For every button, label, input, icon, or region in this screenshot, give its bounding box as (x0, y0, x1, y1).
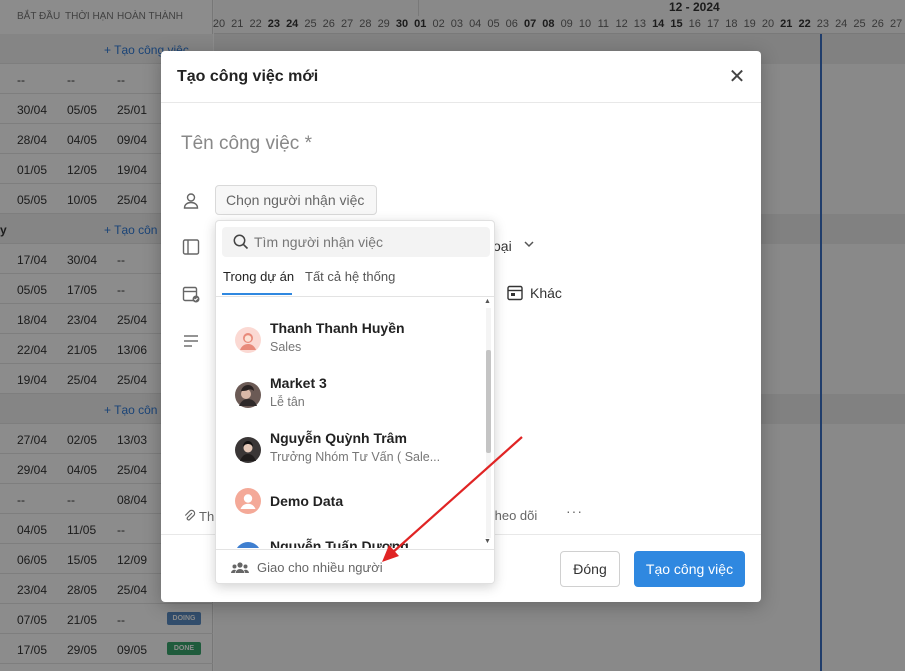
assignee-name: Demo Data (270, 493, 344, 509)
list-item[interactable]: Nguyễn Quỳnh Trâm Trưởng Nhóm Tư Vấn ( S… (216, 425, 482, 480)
description-icon (181, 331, 201, 351)
create-task-button[interactable]: Tạo công việc (634, 551, 745, 587)
scroll-down-icon[interactable]: ▼ (484, 538, 491, 545)
paperclip-icon[interactable] (183, 509, 196, 526)
assignee-name: Thanh Thanh Huyền (270, 320, 405, 336)
assignee-name: Nguyễn Tuấn Dương (270, 538, 409, 548)
tab-all-system[interactable]: Tất cả hệ thống (305, 269, 395, 284)
scroll-thumb[interactable] (486, 350, 491, 453)
layout-icon (181, 237, 201, 257)
assignee-select[interactable]: Chọn người nhận việc (215, 185, 377, 215)
more-icon[interactable]: ··· (566, 503, 583, 519)
assign-multiple-label: Giao cho nhiều người (257, 560, 383, 575)
calendar-icon (506, 284, 524, 302)
assignee-search-input[interactable] (254, 227, 484, 257)
assignee-search (222, 227, 490, 257)
scroll-up-icon[interactable]: ▲ (484, 298, 491, 305)
assignee-role: Sales (270, 340, 302, 354)
tab-in-project[interactable]: Trong dự án (223, 269, 294, 284)
user-icon (181, 191, 201, 211)
assign-multiple-button[interactable]: Giao cho nhiều người (216, 549, 494, 583)
search-icon (232, 233, 250, 251)
group-icon (230, 559, 250, 577)
assignee-role: Trưởng Nhóm Tư Vấn ( Sale... (270, 450, 441, 464)
avatar (235, 382, 261, 408)
chevron-down-icon[interactable] (523, 238, 535, 253)
modal-title: Tạo công việc mới (177, 68, 319, 85)
list-item[interactable]: Market 3 Lễ tân (216, 370, 482, 425)
avatar (235, 542, 261, 548)
follow-label[interactable]: theo dõi (491, 508, 537, 523)
assignee-list: Thanh Thanh Huyền Sales Market 3 Lễ tân … (216, 298, 482, 548)
modal-header: Tạo công việc mới ✕ (161, 51, 761, 103)
other-label[interactable]: Khác (530, 285, 562, 301)
attach-label[interactable]: Th (199, 509, 214, 524)
assignee-name: Market 3 (270, 375, 327, 391)
assignee-scrollbar[interactable]: ▲ ▼ (482, 298, 494, 548)
avatar (235, 488, 261, 514)
assignee-dropdown: Trong dự án Tất cả hệ thống Thanh Thanh … (215, 220, 495, 584)
list-item[interactable]: Thanh Thanh Huyền Sales (216, 315, 482, 370)
assignee-tabs: Trong dự án Tất cả hệ thống (216, 261, 494, 297)
avatar (235, 437, 261, 463)
avatar (235, 327, 261, 353)
close-button[interactable]: Đóng (560, 551, 620, 587)
assignee-name: Nguyễn Quỳnh Trâm (270, 430, 407, 446)
assignee-role: Lễ tân (270, 395, 305, 409)
task-type-label[interactable]: oại (493, 238, 512, 254)
list-item[interactable]: Nguyễn Tuấn Dương (216, 535, 482, 548)
task-name-input[interactable]: Tên công việc * (181, 133, 312, 155)
active-tab-indicator (222, 293, 292, 295)
list-item[interactable]: Demo Data (216, 480, 482, 535)
close-icon[interactable]: ✕ (727, 67, 747, 87)
calendar-check-icon (181, 284, 201, 304)
